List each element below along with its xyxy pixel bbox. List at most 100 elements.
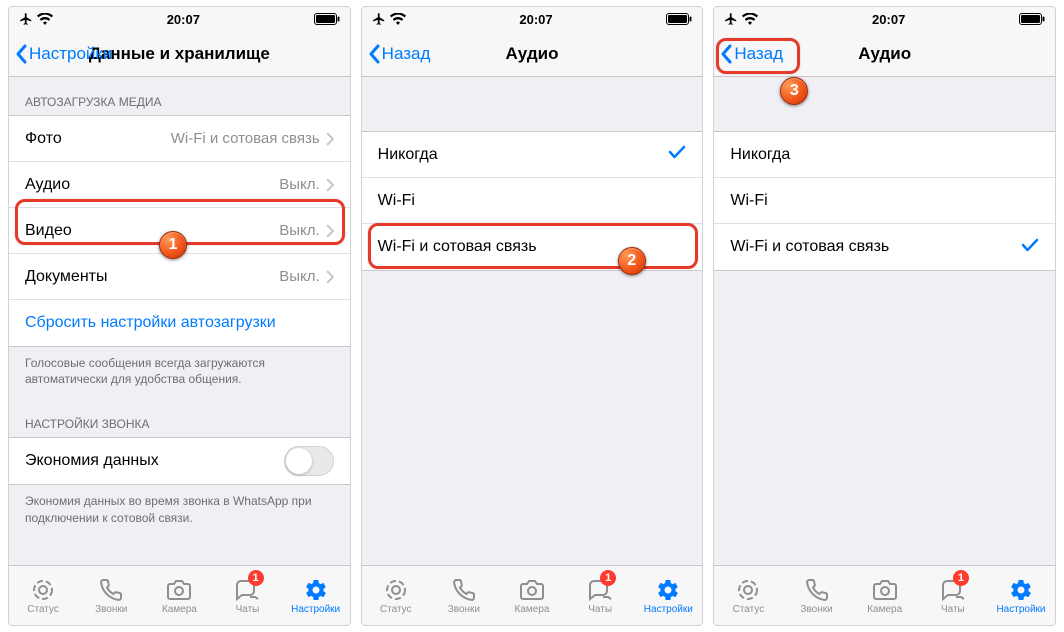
row-value: Выкл. — [279, 176, 319, 193]
status-ring-icon — [384, 577, 408, 603]
row-value: Выкл. — [279, 222, 319, 239]
check-icon — [1021, 238, 1039, 257]
chevron-left-icon — [720, 44, 732, 64]
tab-calls[interactable]: Звонки — [782, 566, 850, 625]
row-label: Аудио — [25, 176, 279, 194]
row-documents[interactable]: Документы Выкл. — [9, 254, 350, 300]
call-list: Экономия данных — [9, 437, 350, 485]
tab-calls[interactable]: Звонки — [430, 566, 498, 625]
nav-title: Аудио — [858, 44, 911, 64]
tab-label: Статус — [733, 605, 765, 615]
back-label: Настройки — [29, 44, 112, 64]
tab-camera[interactable]: Камера — [498, 566, 566, 625]
chevron-left-icon — [368, 44, 380, 64]
option-never[interactable]: Никогда — [714, 132, 1055, 178]
tab-camera[interactable]: Камера — [851, 566, 919, 625]
tab-calls[interactable]: Звонки — [77, 566, 145, 625]
row-label: Wi-Fi — [730, 192, 1039, 210]
section-header-media: АВТОЗАГРУЗКА МЕДИА — [9, 77, 350, 115]
phone-icon — [452, 577, 476, 603]
chevron-left-icon — [15, 44, 27, 64]
camera-icon — [872, 577, 898, 603]
chevron-right-icon — [326, 132, 334, 146]
airplane-icon — [19, 12, 33, 26]
tab-settings[interactable]: Настройки — [987, 566, 1055, 625]
reset-autodownload-button[interactable]: Сбросить настройки автозагрузки — [9, 300, 350, 346]
wifi-icon — [390, 13, 406, 25]
tab-bar: Статус Звонки Камера 1Чаты Настройки — [362, 565, 703, 625]
airplane-icon — [724, 12, 738, 26]
wifi-icon — [742, 13, 758, 25]
tab-chats[interactable]: 1Чаты — [566, 566, 634, 625]
nav-header: Назад Аудио — [714, 31, 1055, 77]
row-label: Никогда — [730, 146, 1039, 164]
option-never[interactable]: Никогда — [362, 132, 703, 178]
chats-badge: 1 — [248, 570, 264, 586]
row-value: Wi-Fi и сотовая связь — [171, 130, 320, 147]
tab-camera[interactable]: Камера — [145, 566, 213, 625]
tab-settings[interactable]: Настройки — [634, 566, 702, 625]
battery-icon — [666, 13, 692, 25]
tab-chats[interactable]: 1Чаты — [919, 566, 987, 625]
tab-label: Настройки — [291, 605, 340, 615]
tab-bar: Статус Звонки Камера 1 Чаты Настройки — [9, 565, 350, 625]
row-data-saver[interactable]: Экономия данных — [9, 438, 350, 484]
status-time: 20:07 — [519, 12, 552, 27]
tab-label: Статус — [27, 605, 59, 615]
screen-2: 20:07 Назад Аудио Никогда Wi-Fi Wi-Fi и … — [361, 6, 704, 626]
back-button[interactable]: Назад — [368, 31, 431, 76]
row-label: Экономия данных — [25, 452, 284, 470]
status-time: 20:07 — [167, 12, 200, 27]
annotation-badge-1: 1 — [159, 231, 187, 259]
status-bar: 20:07 — [9, 7, 350, 31]
nav-header: Настройки Данные и хранилище — [9, 31, 350, 77]
tab-settings[interactable]: Настройки — [282, 566, 350, 625]
tab-chats[interactable]: 1 Чаты — [213, 566, 281, 625]
back-label: Назад — [734, 44, 783, 64]
screen-3: 20:07 Назад Аудио Никогда Wi-Fi Wi-Fi и … — [713, 6, 1056, 626]
tab-label: Камера — [515, 605, 550, 615]
nav-title: Данные и хранилище — [89, 44, 270, 64]
tab-label: Настройки — [996, 605, 1045, 615]
annotation-badge-2: 2 — [618, 247, 646, 275]
tab-status[interactable]: Статус — [9, 566, 77, 625]
tab-label: Звонки — [448, 605, 480, 615]
status-time: 20:07 — [872, 12, 905, 27]
check-icon — [668, 145, 686, 164]
tab-status[interactable]: Статус — [362, 566, 430, 625]
options-list: Никогда Wi-Fi Wi-Fi и сотовая связь — [362, 131, 703, 271]
row-label: Видео — [25, 222, 279, 240]
option-wifi-cell[interactable]: Wi-Fi и сотовая связь — [362, 224, 703, 270]
gear-icon — [1009, 577, 1033, 603]
chevron-right-icon — [326, 178, 334, 192]
battery-icon — [1019, 13, 1045, 25]
back-button[interactable]: Настройки — [15, 31, 112, 76]
gear-icon — [656, 577, 680, 603]
tab-label: Чаты — [941, 605, 965, 615]
section-header-call: НАСТРОЙКИ ЗВОНКА — [9, 399, 350, 437]
row-value: Выкл. — [279, 268, 319, 285]
option-wifi-cell[interactable]: Wi-Fi и сотовая связь — [714, 224, 1055, 270]
screen-1: 20:07 Настройки Данные и хранилище АВТОЗ… — [8, 6, 351, 626]
option-wifi[interactable]: Wi-Fi — [362, 178, 703, 224]
back-button[interactable]: Назад — [720, 31, 783, 76]
tab-label: Камера — [162, 605, 197, 615]
row-audio[interactable]: Аудио Выкл. — [9, 162, 350, 208]
battery-icon — [314, 13, 340, 25]
row-label: Сбросить настройки автозагрузки — [25, 314, 276, 332]
media-list: Фото Wi-Fi и сотовая связь Аудио Выкл. В… — [9, 115, 350, 347]
row-label: Wi-Fi — [378, 192, 687, 210]
tab-status[interactable]: Статус — [714, 566, 782, 625]
toggle-off[interactable] — [284, 446, 334, 476]
row-photo[interactable]: Фото Wi-Fi и сотовая связь — [9, 116, 350, 162]
nav-title: Аудио — [506, 44, 559, 64]
row-label: Никогда — [378, 146, 669, 164]
tab-label: Чаты — [236, 605, 260, 615]
camera-icon — [519, 577, 545, 603]
chevron-right-icon — [326, 270, 334, 284]
status-bar: 20:07 — [714, 7, 1055, 31]
option-wifi[interactable]: Wi-Fi — [714, 178, 1055, 224]
camera-icon — [166, 577, 192, 603]
airplane-icon — [372, 12, 386, 26]
back-label: Назад — [382, 44, 431, 64]
